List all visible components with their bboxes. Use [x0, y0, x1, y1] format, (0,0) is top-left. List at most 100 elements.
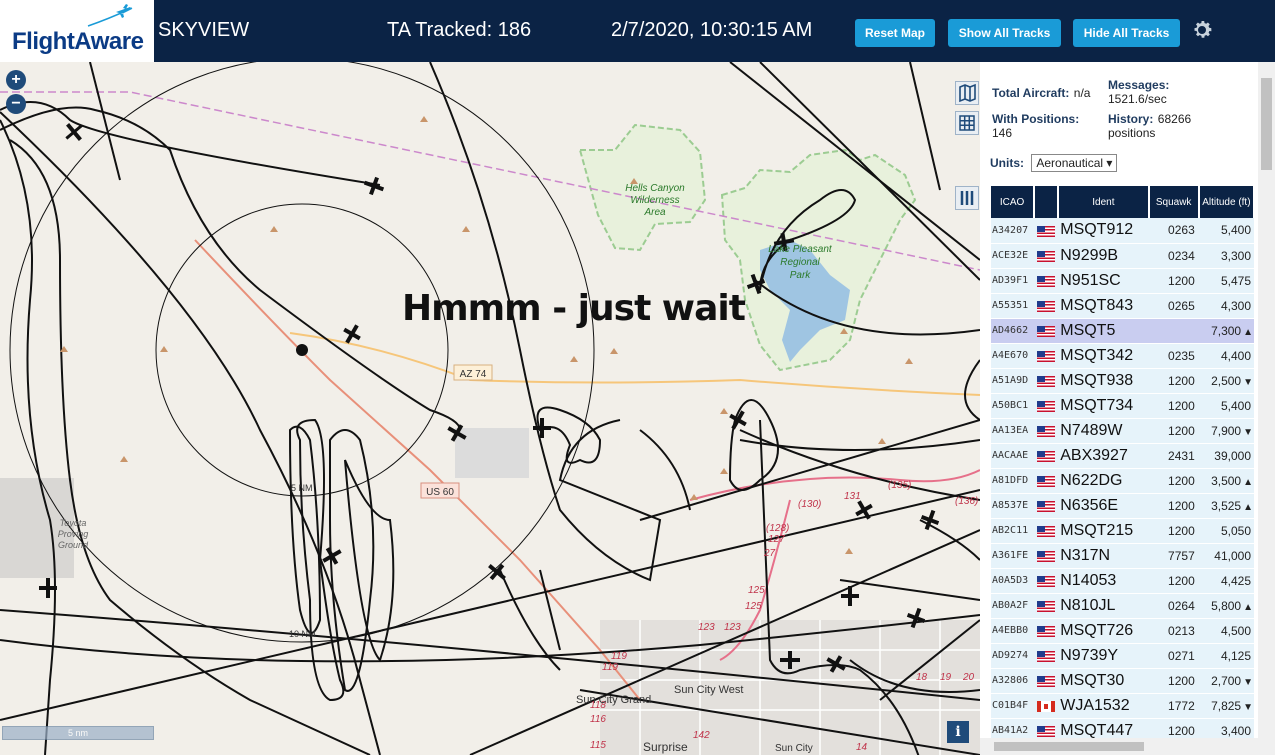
- grid-toggle-button[interactable]: [955, 111, 979, 135]
- cell-icao: AD4662: [991, 318, 1035, 344]
- table-row[interactable]: A55351 MSQT843 0265 4,300: [991, 293, 1254, 319]
- cell-flag: [1034, 368, 1059, 394]
- reset-map-button[interactable]: Reset Map: [855, 19, 935, 47]
- zoom-out-button[interactable]: −: [6, 94, 26, 114]
- with-positions-label: With Positions:: [992, 112, 1080, 126]
- history-unit: positions: [1108, 126, 1156, 140]
- table-row[interactable]: A0A5D3 N14053 1200 4,425: [991, 568, 1254, 594]
- toyota-label-1: Toyota: [60, 518, 87, 528]
- column-header-flag[interactable]: [1034, 186, 1060, 218]
- tracked-count: TA Tracked: 186: [387, 19, 532, 41]
- info-icon[interactable]: i: [947, 721, 969, 743]
- cell-icao: AB2C11: [991, 518, 1035, 544]
- road-label-123a: 123: [698, 622, 715, 633]
- cell-squawk: 0213: [1148, 618, 1199, 644]
- cell-flag: [1034, 218, 1059, 244]
- altitude-value: 2,700: [1211, 673, 1242, 688]
- cell-flag: [1034, 493, 1059, 519]
- units-select[interactable]: Aeronautical ▾: [1031, 154, 1118, 172]
- table-row[interactable]: ACE32E N9299B 0234 3,300: [991, 243, 1254, 269]
- cell-squawk: 0265: [1148, 293, 1199, 319]
- cell-icao: ACE32E: [991, 243, 1035, 269]
- table-row[interactable]: AD4662 MSQT5 7,300 ▲: [991, 318, 1254, 344]
- scale-bar: 5 nm: [2, 726, 154, 740]
- us-flag-icon: [1037, 250, 1056, 262]
- altitude-value: 3,400: [1220, 723, 1251, 738]
- table-row[interactable]: A361FE N317N 7757 41,000: [991, 543, 1254, 569]
- table-row[interactable]: AD39F1 N951SC 1200 5,475: [991, 268, 1254, 294]
- cell-icao: A81DFD: [991, 468, 1035, 494]
- cell-ident: N622DG: [1058, 468, 1149, 494]
- us-flag-icon: [1037, 525, 1056, 537]
- us-flag-icon: [1037, 225, 1056, 237]
- units-select-value: Aeronautical: [1036, 156, 1104, 170]
- flightaware-logo[interactable]: FlightAware: [0, 0, 154, 62]
- map-canvas[interactable]: Hells Canyon Wilderness Area Lake Pleasa…: [0, 62, 980, 755]
- altitude-value: 7,900: [1211, 423, 1242, 438]
- clock: 2/7/2020, 10:30:15 AM: [611, 19, 813, 41]
- sidebar-horizontal-scrollbar[interactable]: [980, 738, 1258, 755]
- toyota-label-3: Ground: [58, 540, 89, 550]
- table-row[interactable]: A4E670 MSQT342 0235 4,400: [991, 343, 1254, 369]
- messages-value: 1521.6/sec: [1108, 92, 1167, 106]
- cell-icao: A51A9D: [991, 368, 1035, 394]
- cell-flag: [1034, 668, 1059, 694]
- scrollbar-thumb[interactable]: [1261, 78, 1272, 170]
- table-row[interactable]: AB0A2F N810JL 0264 5,800 ▲: [991, 593, 1254, 619]
- cell-flag: [1034, 393, 1059, 419]
- table-row[interactable]: C01B4F WJA1532 1772 7,825 ▼: [991, 693, 1254, 719]
- cell-flag: [1034, 618, 1059, 644]
- altitude-trend-icon: ▲: [1243, 476, 1253, 488]
- road-label-127: 127: [768, 534, 785, 545]
- table-row[interactable]: A4EBB0 MSQT726 0213 4,500: [991, 618, 1254, 644]
- hide-all-tracks-button[interactable]: Hide All Tracks: [1073, 19, 1180, 47]
- table-row[interactable]: AB2C11 MSQT215 1200 5,050: [991, 518, 1254, 544]
- cell-ident: MSQT726: [1058, 618, 1149, 644]
- column-header-altitude[interactable]: Altitude (ft): [1198, 186, 1256, 218]
- table-row[interactable]: AD9274 N9739Y 0271 4,125: [991, 643, 1254, 669]
- cell-altitude: 5,400: [1198, 218, 1254, 244]
- table-row[interactable]: AA13EA N7489W 1200 7,900 ▼: [991, 418, 1254, 444]
- altitude-value: 4,400: [1220, 348, 1251, 363]
- road-label-135: (135): [888, 480, 911, 491]
- ring-label-10nm: 10 NM: [289, 629, 316, 639]
- us-flag-icon: [1037, 375, 1056, 387]
- table-row[interactable]: A81DFD N622DG 1200 3,500 ▲: [991, 468, 1254, 494]
- cell-ident: N317N: [1058, 543, 1149, 569]
- history-label: History:: [1108, 112, 1154, 126]
- table-row[interactable]: A51A9D MSQT938 1200 2,500 ▼: [991, 368, 1254, 394]
- table-row[interactable]: A32806 MSQT30 1200 2,700 ▼: [991, 668, 1254, 694]
- zoom-in-button[interactable]: +: [6, 70, 26, 90]
- cell-squawk: 0235: [1148, 343, 1199, 369]
- hscrollbar-thumb[interactable]: [994, 742, 1144, 751]
- toyota-proving-ground-area: [0, 478, 74, 578]
- cell-squawk: 1200: [1148, 518, 1199, 544]
- az74-label: AZ 74: [460, 369, 487, 380]
- column-header-squawk[interactable]: Squawk: [1148, 186, 1200, 218]
- map-layers-button[interactable]: [955, 81, 979, 105]
- aircraft-sidebar: Total Aircraft: n/a With Positions: 146 …: [980, 62, 1275, 755]
- sun-city-label: Sun City: [775, 743, 813, 754]
- sidebar-vertical-scrollbar[interactable]: [1258, 62, 1275, 755]
- altitude-value: 5,475: [1220, 273, 1251, 288]
- road-label-19: 19: [940, 672, 952, 683]
- column-header-icao[interactable]: ICAO: [991, 186, 1036, 218]
- cell-altitude: 2,500 ▼: [1198, 368, 1254, 394]
- cell-flag: [1034, 243, 1059, 269]
- sidebar-toggle-button[interactable]: [955, 186, 979, 210]
- history-stat: History: 68266 positions: [1108, 112, 1233, 140]
- cell-ident: N951SC: [1058, 268, 1149, 294]
- map-view[interactable]: Hells Canyon Wilderness Area Lake Pleasa…: [0, 62, 980, 755]
- table-row[interactable]: A8537E N6356E 1200 3,525 ▲: [991, 493, 1254, 519]
- altitude-value: 4,125: [1220, 648, 1251, 663]
- table-row[interactable]: A34207 MSQT912 0263 5,400: [991, 218, 1254, 244]
- road-label-18: 18: [916, 672, 928, 683]
- gear-icon[interactable]: [1190, 18, 1214, 42]
- cell-altitude: 4,125: [1198, 643, 1254, 669]
- column-header-ident[interactable]: Ident: [1058, 186, 1150, 218]
- units-label: Units:: [990, 156, 1024, 170]
- history-value: 68266: [1157, 112, 1192, 126]
- show-all-tracks-button[interactable]: Show All Tracks: [948, 19, 1061, 47]
- table-row[interactable]: AACAAE ABX3927 2431 39,000: [991, 443, 1254, 469]
- table-row[interactable]: A50BC1 MSQT734 1200 5,400: [991, 393, 1254, 419]
